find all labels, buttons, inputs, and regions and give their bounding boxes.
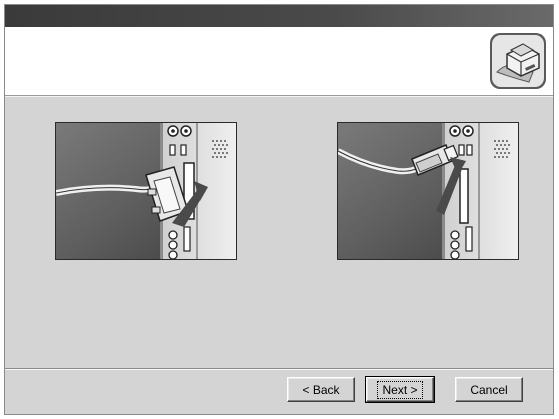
footer-divider-highlight bbox=[5, 369, 553, 370]
cancel-button[interactable]: Cancel bbox=[455, 377, 523, 402]
parallel-cable-connection-illustration bbox=[55, 122, 237, 260]
usb-cable-connection-illustration bbox=[337, 122, 519, 260]
wizard-header bbox=[5, 27, 553, 96]
printer-setup-icon bbox=[490, 33, 546, 89]
back-button[interactable]: < Back bbox=[287, 377, 355, 402]
title-bar[interactable] bbox=[5, 5, 553, 27]
next-button-label: Next > bbox=[377, 380, 423, 399]
setup-wizard-window: < Back Next > Cancel bbox=[4, 4, 554, 415]
next-button[interactable]: Next > bbox=[365, 376, 435, 403]
wizard-content bbox=[5, 97, 553, 368]
cancel-button-label: Cancel bbox=[470, 382, 508, 397]
back-button-label: < Back bbox=[302, 382, 340, 397]
